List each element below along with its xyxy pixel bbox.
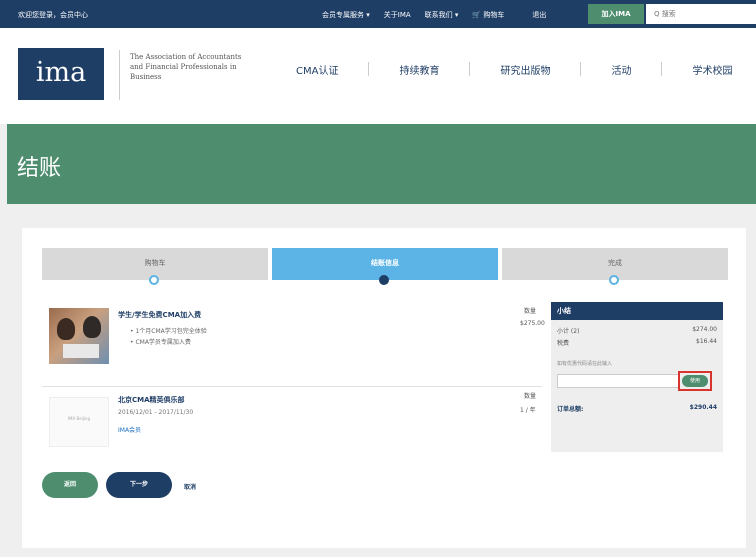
order-summary: 小结 小计 (2) $274.00 税费 $16.44 如有优惠代码请在此输入 … xyxy=(551,302,723,452)
tax-label: 税费 xyxy=(557,340,570,347)
checkout-steps: 购物车 结账信息 完成 xyxy=(42,248,728,285)
cart-item: 学生/学生免费CMA加入费 1个月CMA学习包完全体验 CMA学员专属加入费 数… xyxy=(42,304,545,386)
qty-label: 数量 xyxy=(524,308,537,315)
nav-separator xyxy=(661,62,663,76)
top-utility-bar: 欢迎您登录，会员中心 会员专属服务 ▾ 关于IMA 联系我们 ▾ 🛒 购物车 退… xyxy=(0,0,756,28)
tax-line: 税费 $16.44 xyxy=(557,338,717,347)
item-title[interactable]: 北京CMA精英俱乐部 xyxy=(118,395,185,405)
member-services-link[interactable]: 会员专属服务 ▾ xyxy=(322,10,370,20)
logout-link[interactable]: 退出 xyxy=(532,10,546,20)
tax-value: $16.44 xyxy=(696,338,717,345)
subtotal-value: $274.00 xyxy=(692,326,717,333)
nav-research[interactable]: 研究出版物 xyxy=(500,62,550,77)
cart-label: 购物车 xyxy=(483,11,505,19)
contact-link[interactable]: 联系我们 ▾ xyxy=(425,10,459,20)
nav-separator xyxy=(580,62,582,76)
total-line: 订单总额: $290.44 xyxy=(557,404,717,413)
total-value: $290.44 xyxy=(689,404,717,411)
search-input[interactable]: Q 搜索 xyxy=(646,4,756,24)
summary-title: 小结 xyxy=(551,302,723,320)
item-dates: 2016/12/01 - 2017/11/30 xyxy=(118,409,194,416)
total-label: 订单总额: xyxy=(557,406,584,413)
welcome-text: 欢迎您登录，会员中心 xyxy=(18,11,88,19)
cart-item: IMA Beijing 北京CMA精英俱乐部 2016/12/01 - 2017… xyxy=(42,386,542,464)
step-indicator xyxy=(609,275,619,285)
join-ima-button[interactable]: 加入IMA xyxy=(588,4,644,24)
item-bullets: 1个月CMA学习包完全体验 CMA学员专属加入费 xyxy=(130,326,207,348)
next-button[interactable]: 下一步 xyxy=(106,472,172,498)
apply-highlight: 使用 xyxy=(678,371,712,391)
subtotal-label: 小计 (2) xyxy=(557,328,580,335)
qty-value: 1 / 年 xyxy=(520,407,536,414)
subtotal-line: 小计 (2) $274.00 xyxy=(557,326,717,335)
nav-cma[interactable]: CMA认证 xyxy=(296,62,338,77)
nav-education[interactable]: 持续教育 xyxy=(399,62,439,77)
product-image: IMA Beijing xyxy=(49,397,109,447)
cart-link[interactable]: 🛒 购物车 xyxy=(472,10,518,20)
page-banner: 结账 xyxy=(7,124,756,204)
promo-code-input[interactable] xyxy=(557,374,679,388)
cancel-link[interactable]: 取消 xyxy=(184,482,196,491)
checkout-card: 购物车 结账信息 完成 学生/学生免费CMA加入费 1个月CMA学习包完全体验 … xyxy=(22,228,746,548)
nav-separator xyxy=(469,62,471,76)
item-link[interactable]: IMA会员 xyxy=(118,425,141,434)
product-image xyxy=(49,308,109,364)
ima-logo[interactable]: ima xyxy=(18,48,104,100)
item-title[interactable]: 学生/学生免费CMA加入费 xyxy=(118,310,201,320)
step-indicator-active xyxy=(379,275,389,285)
main-nav: CMA认证 持续教育 研究出版物 活动 学术校园 xyxy=(296,62,732,77)
page-title: 结账 xyxy=(17,156,62,181)
back-button[interactable]: 返回 xyxy=(42,472,98,498)
about-ima-link[interactable]: 关于IMA xyxy=(384,10,411,20)
bullet-item: CMA学员专属加入费 xyxy=(130,337,207,348)
tagline: The Association of Accountants and Finan… xyxy=(130,53,242,81)
nav-academic[interactable]: 学术校园 xyxy=(692,62,732,77)
header-divider xyxy=(119,50,120,100)
qty-label: 数量 xyxy=(524,393,537,400)
promo-label: 如有优惠代码请在此输入 xyxy=(557,361,613,367)
nav-separator xyxy=(368,62,370,76)
site-header: ima The Association of Accountants and F… xyxy=(0,28,756,124)
apply-button[interactable]: 使用 xyxy=(682,375,708,387)
step-indicator xyxy=(149,275,159,285)
nav-events[interactable]: 活动 xyxy=(611,62,631,77)
bullet-item: 1个月CMA学习包完全体验 xyxy=(130,326,206,337)
item-price: $275.00 xyxy=(520,320,545,327)
utility-links: 会员专属服务 ▾ 关于IMA 联系我们 ▾ 🛒 购物车 退出 xyxy=(322,10,560,20)
